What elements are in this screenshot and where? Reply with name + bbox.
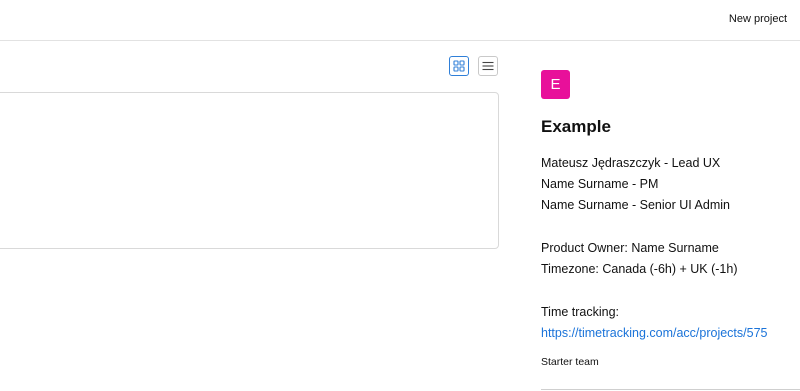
team-member: Name Surname - Senior UI Admin	[541, 198, 730, 212]
product-owner: Product Owner: Name Surname	[541, 241, 719, 255]
time-tracking-link[interactable]: https://timetracking.com/acc/projects/57…	[541, 325, 767, 341]
team-name: Starter team	[541, 356, 599, 368]
project-details-sidebar: E Example Mateusz Jędraszczyk - Lead UX …	[541, 0, 800, 391]
grid-view-button[interactable]	[449, 56, 469, 76]
grid-icon	[453, 60, 465, 72]
project-avatar: E	[541, 70, 570, 99]
list-icon	[482, 61, 494, 71]
list-view-button[interactable]	[478, 56, 498, 76]
project-title: Example	[541, 117, 611, 136]
sidebar-divider	[541, 389, 800, 390]
team-member: Mateusz Jędraszczyk - Lead UX	[541, 156, 721, 170]
time-tracking-label: Time tracking:	[541, 305, 620, 319]
timezone: Timezone: Canada (-6h) + UK (-1h)	[541, 262, 738, 276]
project-card-panel[interactable]	[0, 92, 499, 249]
team-member: Name Surname - PM	[541, 177, 659, 191]
